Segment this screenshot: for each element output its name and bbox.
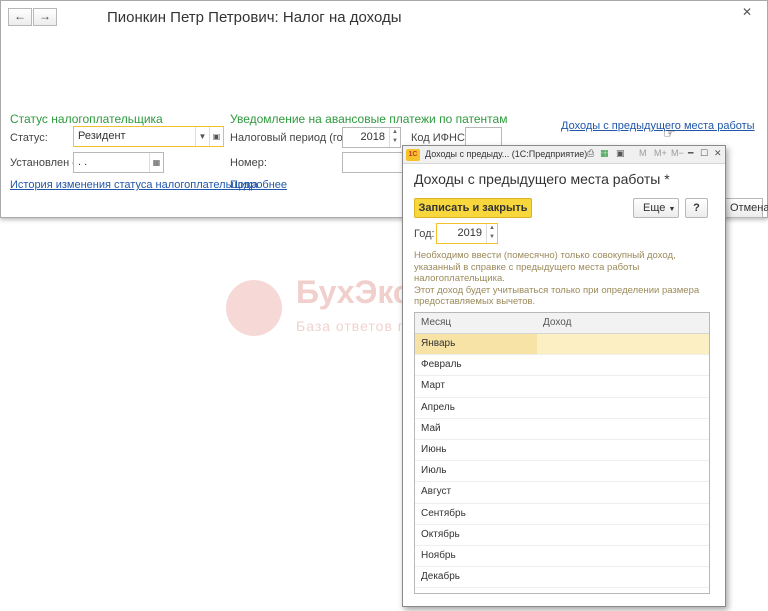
table-row[interactable]: Сентябрь (415, 504, 709, 525)
table-row[interactable]: Апрель (415, 398, 709, 419)
spin-icon[interactable]: ▲ ▼ (486, 224, 497, 243)
info-note: Необходимо ввести (помесячно) только сов… (414, 250, 714, 308)
table-row[interactable]: Май (415, 419, 709, 440)
calendar-icon[interactable]: ▦ (149, 153, 163, 172)
minimize-icon[interactable]: ━ (688, 148, 693, 159)
month-cell: Апрель (421, 401, 455, 413)
prev-job-income-link[interactable]: Доходы с предыдущего места работы (561, 120, 755, 132)
period-field[interactable]: 2018 ▲ ▼ (342, 127, 401, 148)
note-line: Этот доход будет учитываться только при … (414, 284, 700, 296)
table-row[interactable]: Август (415, 482, 709, 504)
note-line: указанный в справке с предыдущего места … (414, 261, 640, 273)
month-cell: Декабрь (421, 571, 460, 583)
month-cell: Ноябрь (421, 549, 456, 561)
month-cell: Март (421, 380, 445, 392)
print-icon[interactable]: ⎙ (587, 148, 594, 159)
app-icon: 1C (406, 149, 420, 161)
month-cell: Июнь (421, 443, 447, 455)
column-header-income[interactable]: Доход (543, 317, 571, 328)
save-and-close-button[interactable]: Записать и закрыть (414, 198, 532, 218)
window-title: Пионкин Петр Петрович: Налог на доходы (107, 9, 402, 26)
help-button[interactable]: ? (685, 198, 708, 218)
arrow-left-icon: ← (14, 9, 26, 23)
year-field[interactable]: 2019 ▲ ▼ (436, 223, 498, 244)
table-row[interactable]: Октябрь (415, 525, 709, 546)
table-row[interactable]: Февраль (415, 355, 709, 377)
dropdown-icon[interactable]: ▼ (195, 127, 209, 146)
close-icon[interactable]: ✕ (742, 5, 752, 19)
set-from-label: Установлен с: (10, 157, 81, 169)
period-value: 2018 (360, 131, 385, 143)
month-cell: Июль (421, 465, 447, 477)
month-cell: Февраль (421, 359, 462, 371)
prev-income-dialog: 1C Доходы с предыду... (1С:Предприятие) … (402, 145, 726, 607)
table-row[interactable]: Декабрь (415, 567, 709, 589)
month-cell: Сентябрь (421, 507, 466, 519)
table-header: Месяц Доход (415, 313, 709, 334)
table-icon[interactable]: ▦ (600, 148, 609, 159)
year-value: 2019 (457, 227, 482, 239)
table-row[interactable]: Июль (415, 461, 709, 483)
set-from-date-field[interactable]: . . ▦ (73, 152, 164, 173)
dialog-heading: Доходы с предыдущего места работы * (414, 171, 670, 187)
year-label: Год: (414, 228, 435, 240)
note-line: Необходимо ввести (помесячно) только сов… (414, 250, 676, 261)
ifns-label: Код ИФНС: (411, 132, 468, 144)
more-button[interactable]: Еще ▼ (633, 198, 679, 218)
note-line: налогоплательщика. (414, 273, 505, 284)
month-cell: Май (421, 422, 441, 434)
calendar-icon[interactable]: ▣ (616, 148, 625, 159)
watermark-logo (226, 280, 282, 336)
more-label: Еще (643, 202, 666, 214)
back-button[interactable]: ← (8, 8, 32, 26)
forward-button[interactable]: → (33, 8, 57, 26)
spin-icon[interactable]: ▲ ▼ (389, 128, 400, 147)
details-link[interactable]: Подробнее (230, 179, 287, 191)
open-icon[interactable]: ▣ (209, 127, 223, 146)
close-icon[interactable]: ✕ (714, 148, 722, 159)
number-field[interactable] (342, 152, 404, 173)
table-row[interactable]: Март (415, 376, 709, 398)
month-cell: Август (421, 486, 452, 498)
cursor-icon: ☞ (663, 125, 676, 141)
arrow-right-icon: → (39, 9, 51, 23)
patent-group-title: Уведомление на авансовые платежи по пате… (230, 112, 508, 126)
chevron-down-icon: ▼ (668, 206, 676, 213)
month-cell: Январь (421, 338, 456, 349)
note-line: предоставляемых вычетов. (414, 296, 536, 307)
month-cell: Октябрь (421, 528, 460, 540)
column-header-month[interactable]: Месяц (421, 317, 451, 328)
dialog-bar-title: Доходы с предыду... (1С:Предприятие) (425, 149, 588, 159)
table-row[interactable]: Ноябрь (415, 546, 709, 568)
period-label: Налоговый период (год): (230, 132, 356, 144)
dialog-title-bar: 1C Доходы с предыду... (1С:Предприятие) … (403, 146, 725, 164)
status-history-link[interactable]: История изменения статуса налогоплательщ… (10, 179, 258, 191)
table-row[interactable]: Июнь (415, 440, 709, 462)
table-row[interactable]: Январь (415, 334, 709, 356)
m-minus-icon[interactable]: M− (671, 148, 684, 158)
number-label: Номер: (230, 157, 267, 169)
income-table: Месяц Доход Январь Февраль Март Апрель М… (414, 312, 710, 594)
m-memory-icon[interactable]: M (639, 148, 647, 158)
maximize-icon[interactable]: ☐ (700, 148, 708, 159)
set-from-value: . . (78, 156, 88, 168)
status-value: Резидент (78, 130, 126, 142)
m-plus-icon[interactable]: M+ (654, 148, 667, 158)
status-label: Статус: (10, 132, 48, 144)
status-group-title: Статус налогоплательщика (10, 112, 163, 126)
status-select[interactable]: Резидент ▼ ▣ (73, 126, 224, 147)
